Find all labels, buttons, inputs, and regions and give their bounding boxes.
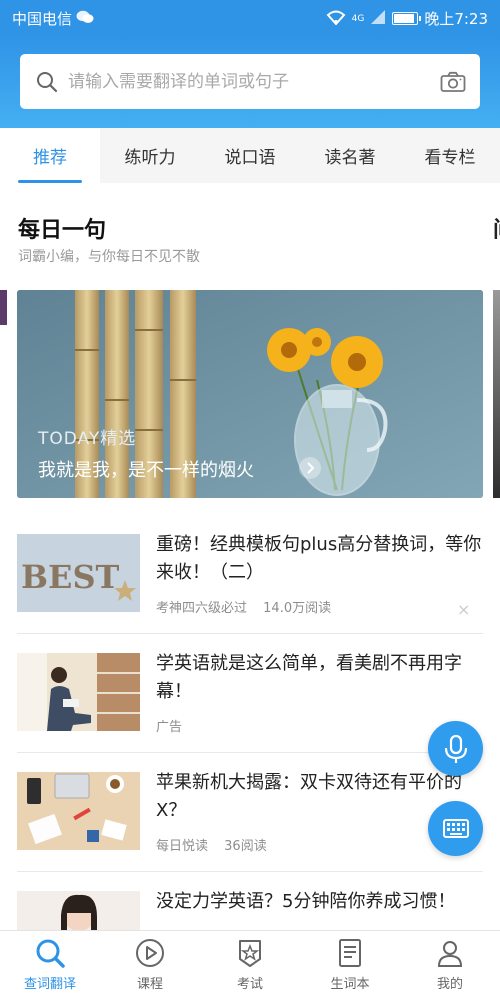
article-source: 每日悦读 (156, 839, 209, 854)
badge-star-icon (239, 940, 261, 967)
search-input[interactable] (68, 61, 440, 102)
microphone-icon (444, 734, 467, 763)
thumb-best-text: BEST (21, 558, 120, 596)
keyboard-icon (442, 818, 469, 838)
daily-title: 每日一句 (18, 218, 107, 243)
bottom-navigation: 查词翻译 课程 考试 生词本 我的 (0, 930, 500, 1000)
clock: 晚上7:23 (424, 10, 488, 28)
tab-recommend[interactable]: 推荐 (0, 128, 100, 183)
nav-item-courses[interactable]: 课程 (100, 931, 200, 1000)
article-thumbnail (17, 653, 140, 731)
article-reads: 14.0万阅读 (263, 601, 332, 616)
search-icon (37, 71, 58, 92)
signal-icon (370, 9, 386, 28)
banner-quote: 我就是我，是不一样的烟火 (38, 460, 254, 481)
nav-item-profile[interactable]: 我的 (400, 931, 500, 1000)
list-item[interactable]: BEST 重磅！经典模板句plus高分替换词，等你来收！（二） 考神四六级必过 … (0, 534, 500, 652)
banner-tag: TODAY精选 (38, 429, 137, 449)
article-meta: 考神四六级必过 14.0万阅读 (156, 597, 331, 616)
divider (17, 633, 483, 634)
wifi-icon (326, 9, 346, 29)
network-label: 4G (351, 13, 365, 24)
tab-label: 看专栏 (424, 148, 476, 168)
article-title[interactable]: 重磅！经典模板句plus高分替换词，等你来收！（二） (156, 531, 486, 587)
nav-label: 生词本 (330, 977, 370, 992)
tab-listening[interactable]: 练听力 (100, 128, 200, 183)
nav-item-vocabulary[interactable]: 生词本 (300, 931, 400, 1000)
play-circle-icon (136, 939, 164, 967)
search-bar[interactable] (20, 54, 480, 109)
category-tabs: 推荐 练听力 说口语 读名著 看专栏 (0, 128, 500, 183)
article-thumbnail (17, 772, 140, 850)
notebook-icon (339, 939, 361, 967)
battery-icon (392, 12, 422, 25)
nav-item-translate[interactable]: 查词翻译 (0, 931, 100, 1000)
tab-label: 读名著 (324, 148, 376, 168)
tab-label: 推荐 (33, 148, 67, 168)
close-icon[interactable]: × (457, 600, 470, 619)
article-reads: 36阅读 (224, 839, 267, 854)
tab-columns[interactable]: 看专栏 (400, 128, 500, 183)
previous-card-peek[interactable] (0, 290, 7, 325)
tab-classics[interactable]: 读名著 (300, 128, 400, 183)
ad-label: 广告 (156, 720, 183, 735)
keyboard-input-button[interactable] (428, 801, 483, 856)
voice-input-button[interactable] (428, 721, 483, 776)
divider (17, 871, 483, 872)
article-meta: 每日悦读 36阅读 (156, 835, 267, 854)
nav-label: 查词翻译 (23, 977, 76, 992)
camera-icon[interactable] (440, 71, 466, 93)
tab-label: 练听力 (124, 148, 176, 168)
nav-item-exams[interactable]: 考试 (200, 931, 300, 1000)
carrier-label: 中国电信 (12, 10, 73, 28)
article-source: 考神四六级必过 (156, 601, 248, 616)
tab-speaking[interactable]: 说口语 (200, 128, 300, 183)
list-item[interactable]: 苹果新机大揭露：双卡双待还有平价的X？ 每日悦读 36阅读 (0, 772, 500, 890)
divider (17, 752, 483, 753)
article-title[interactable]: 没定力学英语？5分钟陪你养成习惯！ (156, 888, 486, 916)
daily-subtitle: 词霸小编，与你每日不见不散 (18, 249, 200, 265)
article-title[interactable]: 学英语就是这么简单，看美剧不再用字幕！ (156, 650, 486, 706)
person-icon (437, 941, 463, 967)
list-item-ad[interactable]: 学英语就是这么简单，看美剧不再用字幕！ 广告 (0, 653, 500, 771)
wechat-icon (76, 10, 94, 28)
status-bar: 中国电信 4G 晚上7:23 (0, 0, 500, 34)
tab-label: 说口语 (224, 148, 276, 168)
chevron-right-icon[interactable] (299, 457, 321, 479)
search-icon (36, 939, 65, 968)
nav-label: 我的 (436, 977, 463, 992)
nav-label: 考试 (236, 977, 263, 992)
next-card-title-peek: 间 (493, 212, 500, 244)
article-thumbnail: BEST (17, 534, 140, 612)
article-meta: 广告 (156, 716, 182, 735)
daily-banner[interactable]: TODAY精选 我就是我，是不一样的烟火 (17, 290, 483, 498)
app-screen: 中国电信 4G 晚上7:23 请输入需要翻译的单词或句子 推荐 练听力 说口语 … (0, 0, 500, 1000)
nav-label: 课程 (136, 977, 163, 992)
header (0, 34, 500, 128)
next-card-peek[interactable] (493, 290, 500, 498)
